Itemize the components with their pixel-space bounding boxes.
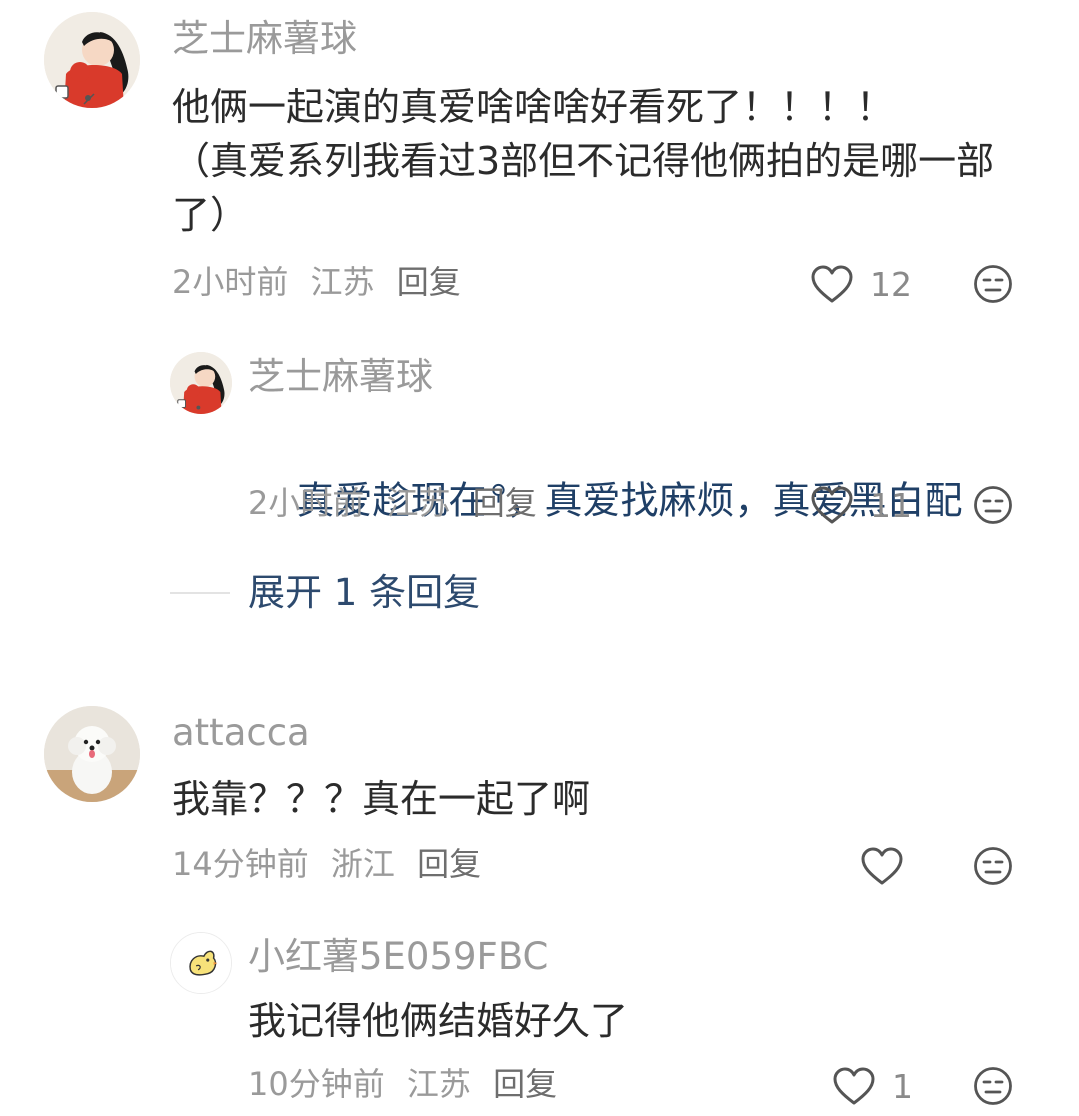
location: 江苏	[310, 263, 375, 301]
heart-outline-icon	[811, 265, 853, 303]
comment-meta: 2小时前 江苏 回复	[172, 266, 461, 298]
username[interactable]: 芝士麻薯球	[172, 20, 357, 57]
like-count: 1	[892, 1066, 913, 1106]
timestamp: 10分钟前	[248, 1065, 385, 1103]
timestamp: 2小时前	[248, 484, 365, 522]
reply-link[interactable]: 回复	[397, 263, 461, 301]
avatar[interactable]	[170, 932, 232, 994]
comment-meta: 2小时前 江苏 回复	[248, 487, 537, 519]
neutral-face-icon[interactable]	[973, 485, 1013, 525]
neutral-face-icon[interactable]	[973, 846, 1013, 886]
like-button[interactable]: 11	[810, 483, 912, 527]
expand-replies-button[interactable]: 展开 1 条回复	[170, 574, 480, 611]
like-button[interactable]	[860, 844, 904, 888]
avatar[interactable]	[170, 352, 232, 414]
location: 浙江	[330, 845, 395, 883]
neutral-face-icon[interactable]	[973, 264, 1013, 304]
neutral-face-icon[interactable]	[973, 1066, 1013, 1106]
avatar-chick-icon	[171, 933, 231, 993]
avatar[interactable]	[44, 706, 140, 802]
like-button[interactable]: 1	[832, 1064, 913, 1108]
reply-link[interactable]: 回复	[493, 1065, 557, 1103]
timestamp: 2小时前	[172, 263, 289, 301]
heart-outline-icon	[811, 486, 853, 524]
username[interactable]: 小红薯5E059FBC	[248, 938, 548, 975]
expand-replies-label[interactable]: 展开 1 条回复	[248, 574, 480, 611]
reply-link[interactable]: 回复	[417, 845, 481, 883]
username[interactable]: attacca	[172, 714, 310, 751]
like-count: 11	[870, 485, 912, 525]
reply-link[interactable]: 回复	[473, 484, 537, 522]
heart-outline-icon	[861, 847, 903, 885]
comment-meta: 10分钟前 江苏 回复	[248, 1068, 557, 1100]
location: 江苏	[386, 484, 451, 522]
divider	[170, 591, 230, 594]
comment-text: 我靠？？？真在一起了啊	[172, 777, 591, 821]
like-count: 12	[870, 264, 912, 304]
username[interactable]: 芝士麻薯球	[248, 358, 433, 395]
comment-text: 他俩一起演的真爱啥啥啥好看死了！！！！ （真爱系列我看过3部但不记得他俩拍的是哪…	[172, 85, 995, 237]
avatar[interactable]	[44, 12, 140, 108]
avatar-dog-photo	[44, 706, 140, 802]
heart-outline-icon	[833, 1067, 875, 1105]
reply-text: 我记得他俩结婚好久了	[248, 999, 629, 1043]
timestamp: 14分钟前	[172, 845, 309, 883]
comment-meta: 14分钟前 浙江 回复	[172, 848, 481, 880]
like-button[interactable]: 12	[810, 262, 912, 306]
location: 江苏	[406, 1065, 471, 1103]
avatar-illustration	[170, 352, 232, 414]
avatar-illustration	[44, 12, 140, 108]
